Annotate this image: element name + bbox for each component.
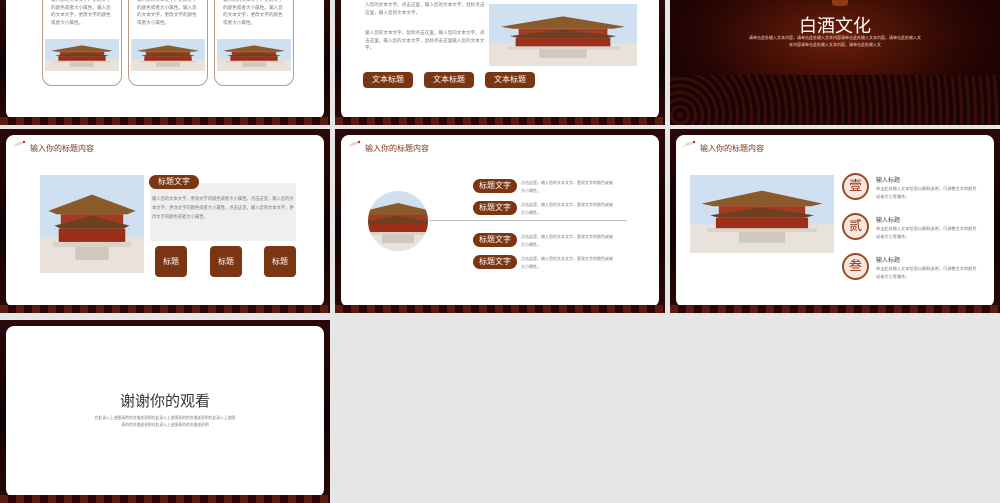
temple-photo — [45, 39, 119, 71]
phone-card-3-text: 输入您的文本文字，更改文字的颜色或者大小属性。输入您的文本文字，更改文字的颜色或… — [223, 0, 283, 26]
seal-icon-3: 叁 — [842, 253, 869, 280]
phone-card-2-text: 输入您的文本文字，更改文字的颜色或者大小属性。输入您的文本文字，更改文字的颜色或… — [137, 0, 197, 26]
slide-6-item-1-title: 输入标题 — [876, 177, 901, 184]
slide-5-item-1-text: 点击这里，输入您的文本文字，更改文字的颜色或者大小属性。 — [521, 180, 613, 193]
slide-thumbnail-6[interactable]: 输入你的标题内容 壹 输入标题 单击此处输入文本信息以解释说明，可调整文字的颜色… — [670, 129, 1000, 313]
decorative-border — [0, 117, 330, 125]
text-title-button-2[interactable]: 文本标题 — [424, 72, 474, 88]
title-text-pill-3[interactable]: 标题文字 — [473, 233, 517, 247]
text-title-button-3[interactable]: 文本标题 — [485, 72, 535, 88]
title-button-1[interactable]: 标题 — [155, 246, 187, 277]
slide-4-body: 输入您的文本文字，更改文字的颜色或者大小属性。点击这里，输入您的文本文字，更改文… — [152, 197, 294, 220]
slide-6-item-3-text: 单击此处输入文本信息以解释说明，可调整文字的颜色或者大小等属性。 — [876, 266, 977, 279]
slide-thumbnail-5[interactable]: 输入你的标题内容 标题文字 点击这里，输入您的文本文字，更改文字的颜色或者大小属… — [335, 129, 665, 313]
seal-icon-1: 壹 — [842, 173, 869, 200]
slide-5-item-3-text: 点击这里，输入您的文本文字，更改文字的颜色或者大小属性。 — [521, 234, 613, 247]
phone-card-1: 输入您的文本文字，更改文字的颜色或者大小属性。输入您的文本文字，更改文字的颜色或… — [42, 0, 122, 86]
crane-icon — [348, 140, 361, 147]
decorative-border — [0, 305, 330, 313]
temple-photo — [217, 39, 291, 71]
slide-3-line-1: 请单击此处输入文本内容，请单击此处输入文本内容请单击此处输入文本内容，请单击此处… — [749, 35, 921, 40]
title-button-2[interactable]: 标题 — [210, 246, 242, 277]
crane-icon — [13, 140, 26, 147]
slide-2-paragraph-1: 入您的文本文字。点击这里，输入您的文本文字，鼠标点击这里，输入您的文本文字。 — [365, 3, 485, 16]
decorative-border — [670, 305, 1000, 313]
slide-2-card: 入您的文本文字。点击这里，输入您的文本文字，鼠标点击这里，输入您的文本文字。 输… — [341, 0, 659, 119]
slide-5-card: 输入你的标题内容 标题文字 点击这里，输入您的文本文字，更改文字的颜色或者大小属… — [341, 135, 659, 307]
title-text-pill-1[interactable]: 标题文字 — [473, 179, 517, 193]
title-text-pill-2[interactable]: 标题文字 — [473, 201, 517, 215]
slide-5-header: 输入你的标题内容 — [365, 144, 429, 153]
slide-6-card: 输入你的标题内容 壹 输入标题 单击此处输入文本信息以解释说明，可调整文字的颜色… — [676, 135, 994, 307]
slide-2-paragraph-2: 输入您的文本文字，鼠标点击这里，输入您的文本文字。点击这里，输入您的文本文字，鼠… — [365, 31, 485, 52]
slide-6-item-2-text: 单击此处输入文本信息以解释说明，可调整文字的颜色或者大小等属性。 — [876, 226, 977, 239]
slide-6-header: 输入你的标题内容 — [700, 144, 764, 153]
slide-6-item-1-text: 单击此处输入文本信息以解释说明，可调整文字的颜色或者大小等属性。 — [876, 186, 977, 199]
temple-photo — [489, 4, 637, 66]
slide-7-line-2: 表的综合描述说明在此录入上述图表的综合描述说明 — [121, 422, 209, 427]
seal-icon-2: 贰 — [842, 213, 869, 240]
slide-thumbnail-4[interactable]: 输入你的标题内容 标题文字 输入您的文本文字，更改文字的颜色或者大小属性。点击这… — [0, 129, 330, 313]
slide-7-line-1: 在此录入上述图表的综合描述说明在此录入上述图表的综合描述说明在此录入上述图 — [94, 415, 236, 420]
phone-card-2: 输入您的文本文字，更改文字的颜色或者大小属性。输入您的文本文字，更改文字的颜色或… — [128, 0, 208, 86]
slide-7-title: 谢谢你的观看 — [119, 392, 210, 410]
title-text-pill-4[interactable]: 标题文字 — [473, 255, 517, 269]
slide-6-item-3-title: 输入标题 — [876, 257, 901, 264]
slide-thumbnail-2[interactable]: 入您的文本文字。点击这里，输入您的文本文字，鼠标点击这里，输入您的文本文字。 输… — [335, 0, 665, 125]
slide-1-card: 输入您的文本文字，更改文字的颜色或者大小属性。输入您的文本文字，更改文字的颜色或… — [6, 0, 324, 119]
temple-photo — [40, 175, 144, 273]
text-title-button-1[interactable]: 文本标题 — [363, 72, 413, 88]
slide-thumbnail-1[interactable]: 输入您的文本文字，更改文字的颜色或者大小属性。输入您的文本文字，更改文字的颜色或… — [0, 0, 330, 125]
title-button-3[interactable]: 标题 — [264, 246, 296, 277]
slide-7-card: 谢谢你的观看 在此录入上述图表的综合描述说明在此录入上述图表的综合描述说明在此录… — [6, 326, 324, 497]
temple-photo — [690, 175, 834, 253]
slide-thumbnail-3[interactable]: 白酒文化 请单击此处输入文本内容，请单击此处输入文本内容请单击此处输入文本内容，… — [670, 0, 1000, 125]
title-text-pill[interactable]: 标题文字 — [149, 175, 199, 189]
slide-thumbnail-7[interactable]: 谢谢你的观看 在此录入上述图表的综合描述说明在此录入上述图表的综合描述说明在此录… — [0, 320, 330, 503]
phone-card-1-text: 输入您的文本文字，更改文字的颜色或者大小属性。输入您的文本文字，更改文字的颜色或… — [51, 0, 111, 26]
temple-circle-photo — [368, 191, 428, 251]
title-ornament — [832, 0, 848, 6]
audience-background — [670, 75, 1000, 125]
divider-line — [429, 220, 627, 221]
slide-6-item-2-title: 输入标题 — [876, 217, 901, 224]
phone-card-3: 输入您的文本文字，更改文字的颜色或者大小属性。输入您的文本文字，更改文字的颜色或… — [214, 0, 294, 86]
decorative-border — [0, 495, 330, 503]
slide-4-card: 输入你的标题内容 标题文字 输入您的文本文字，更改文字的颜色或者大小属性。点击这… — [6, 135, 324, 307]
decorative-border — [335, 117, 665, 125]
temple-photo — [131, 39, 205, 71]
slide-4-header: 输入你的标题内容 — [30, 144, 94, 153]
crane-icon — [683, 140, 696, 147]
decorative-border — [335, 305, 665, 313]
slide-5-item-2-text: 点击这里，输入您的文本文字，更改文字的颜色或者大小属性。 — [521, 202, 613, 215]
slide-5-item-4-text: 点击这里，输入您的文本文字，更改文字的颜色或者大小属性。 — [521, 256, 613, 269]
slide-3-line-2: 本内容请单击此处输入文本内容，请单击此处输入文 — [789, 42, 881, 47]
